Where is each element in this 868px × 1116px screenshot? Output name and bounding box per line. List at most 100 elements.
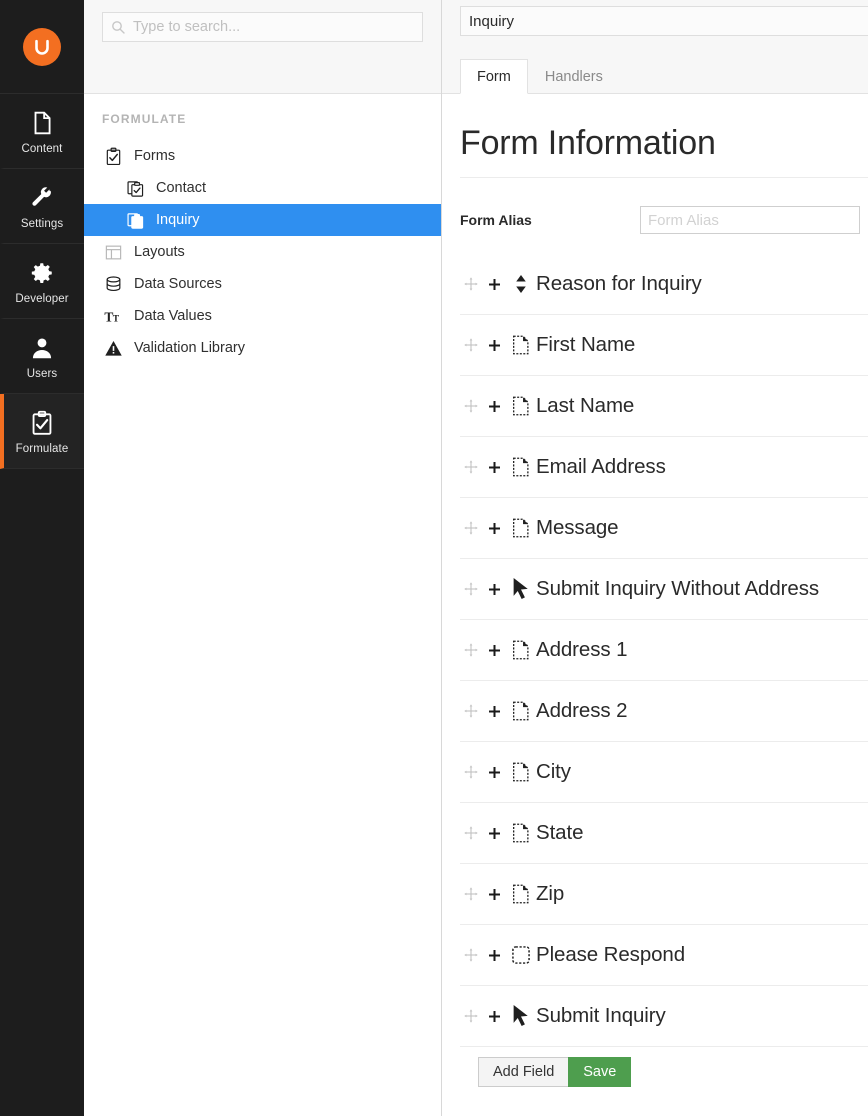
svg-text:T: T bbox=[112, 314, 119, 324]
rail-item-content[interactable]: Content bbox=[0, 94, 84, 169]
field-row[interactable]: First Name bbox=[460, 315, 868, 376]
plus-icon[interactable] bbox=[482, 1009, 506, 1024]
tree-node-data-sources[interactable]: Data Sources bbox=[84, 268, 441, 300]
field-row[interactable]: Address 2 bbox=[460, 681, 868, 742]
field-row[interactable]: Reason for Inquiry bbox=[460, 254, 868, 315]
plus-icon[interactable] bbox=[482, 887, 506, 902]
tree-node-label: Data Sources bbox=[134, 276, 222, 292]
warning-icon bbox=[102, 338, 124, 358]
add-field-button[interactable]: Add Field bbox=[478, 1057, 570, 1087]
move-cross-icon[interactable] bbox=[460, 703, 482, 719]
tree-node-validation-library[interactable]: Validation Library bbox=[84, 332, 441, 364]
move-cross-icon[interactable] bbox=[460, 947, 482, 963]
checkbox-icon bbox=[506, 944, 536, 966]
clipboard-check-icon bbox=[102, 146, 124, 166]
rail-item-label: Users bbox=[26, 367, 58, 380]
save-button[interactable]: Save bbox=[568, 1057, 632, 1087]
field-row[interactable]: Please Respond bbox=[460, 925, 868, 986]
rail-item-label: Settings bbox=[20, 217, 64, 230]
text-field-icon bbox=[506, 822, 536, 844]
move-cross-icon[interactable] bbox=[460, 1008, 482, 1024]
move-cross-icon[interactable] bbox=[460, 886, 482, 902]
move-cross-icon[interactable] bbox=[460, 642, 482, 658]
form-alias-input[interactable] bbox=[640, 206, 860, 234]
field-row[interactable]: Message bbox=[460, 498, 868, 559]
field-row[interactable]: City bbox=[460, 742, 868, 803]
field-row[interactable]: Submit Inquiry bbox=[460, 986, 868, 1047]
plus-icon[interactable] bbox=[482, 948, 506, 963]
move-cross-icon[interactable] bbox=[460, 520, 482, 536]
plus-icon[interactable] bbox=[482, 704, 506, 719]
form-name-input[interactable] bbox=[460, 6, 868, 36]
plus-icon[interactable] bbox=[482, 765, 506, 780]
field-label: Address 1 bbox=[536, 638, 628, 661]
text-field-icon bbox=[506, 395, 536, 417]
move-cross-icon[interactable] bbox=[460, 581, 482, 597]
field-row[interactable]: Last Name bbox=[460, 376, 868, 437]
tab-bar: Form Handlers bbox=[460, 58, 620, 94]
field-row[interactable]: State bbox=[460, 803, 868, 864]
rail-item-formulate[interactable]: Formulate bbox=[0, 394, 84, 469]
main-header: FormHandlers bbox=[442, 0, 868, 94]
field-row[interactable]: Submit Inquiry Without Address bbox=[460, 559, 868, 620]
rail-item-developer[interactable]: Developer bbox=[0, 244, 84, 319]
plus-icon[interactable] bbox=[482, 826, 506, 841]
rail-item-users[interactable]: Users bbox=[0, 319, 84, 394]
plus-icon[interactable] bbox=[482, 399, 506, 414]
tab-handlers[interactable]: Handlers bbox=[528, 59, 620, 94]
search-input[interactable] bbox=[103, 13, 422, 41]
field-label: Zip bbox=[536, 882, 565, 905]
plus-icon[interactable] bbox=[482, 460, 506, 475]
tree-node-label: Contact bbox=[156, 180, 206, 196]
plus-icon[interactable] bbox=[482, 277, 506, 292]
form-actions: Add Field Save bbox=[460, 1047, 868, 1087]
text-field-icon bbox=[506, 761, 536, 783]
field-label: Please Respond bbox=[536, 943, 686, 966]
plus-icon[interactable] bbox=[482, 582, 506, 597]
move-cross-icon[interactable] bbox=[460, 825, 482, 841]
plus-icon[interactable] bbox=[482, 643, 506, 658]
umbraco-logo-icon bbox=[23, 27, 61, 66]
tree-node-inquiry[interactable]: Inquiry bbox=[84, 204, 441, 236]
move-cross-icon[interactable] bbox=[460, 337, 482, 353]
rail-item-settings[interactable]: Settings bbox=[0, 169, 84, 244]
clipboard-check-icon bbox=[29, 408, 55, 438]
move-cross-icon[interactable] bbox=[460, 276, 482, 292]
form-icon bbox=[124, 210, 146, 230]
document-icon bbox=[29, 108, 55, 138]
backoffice-window: Content Settings Developer Users Formulate F… bbox=[0, 0, 868, 1116]
tree-node-data-values[interactable]: T T Data Values bbox=[84, 300, 441, 332]
field-row[interactable]: Zip bbox=[460, 864, 868, 925]
main-body: Form Information Form Alias Reason for I… bbox=[442, 94, 868, 1116]
tree-node-label: Inquiry bbox=[156, 212, 200, 228]
move-cross-icon[interactable] bbox=[460, 459, 482, 475]
field-label: First Name bbox=[536, 333, 636, 356]
tree-node-layouts[interactable]: Layouts bbox=[84, 236, 441, 268]
search-box[interactable] bbox=[102, 12, 423, 42]
page-title: Form Information bbox=[460, 124, 868, 178]
plus-icon[interactable] bbox=[482, 338, 506, 353]
tree-node-label: Layouts bbox=[134, 244, 185, 260]
field-row[interactable]: Address 1 bbox=[460, 620, 868, 681]
user-icon bbox=[29, 333, 55, 363]
text-size-icon: TT bbox=[102, 306, 124, 326]
gear-icon bbox=[29, 258, 55, 288]
plus-icon[interactable] bbox=[482, 521, 506, 536]
tree-node-forms[interactable]: Forms bbox=[84, 140, 441, 172]
field-label: Submit Inquiry bbox=[536, 1004, 666, 1027]
text-field-icon bbox=[506, 883, 536, 905]
umbraco-logo[interactable] bbox=[0, 0, 84, 94]
move-cross-icon[interactable] bbox=[460, 398, 482, 414]
main-panel: FormHandlers Form Information Form Alias… bbox=[442, 0, 868, 1116]
rail-item-label: Formulate bbox=[15, 442, 69, 455]
rail-item-list: Content Settings Developer Users Formulate bbox=[0, 94, 84, 469]
tab-form[interactable]: Form bbox=[460, 58, 528, 94]
tree-node-contact[interactable]: Contact bbox=[84, 172, 441, 204]
database-icon bbox=[102, 274, 124, 294]
text-field-icon bbox=[506, 639, 536, 661]
field-row[interactable]: Email Address bbox=[460, 437, 868, 498]
tree-section-title: FORMULATE bbox=[102, 112, 187, 126]
move-cross-icon[interactable] bbox=[460, 764, 482, 780]
field-label: Address 2 bbox=[536, 699, 628, 722]
text-field-icon bbox=[506, 334, 536, 356]
